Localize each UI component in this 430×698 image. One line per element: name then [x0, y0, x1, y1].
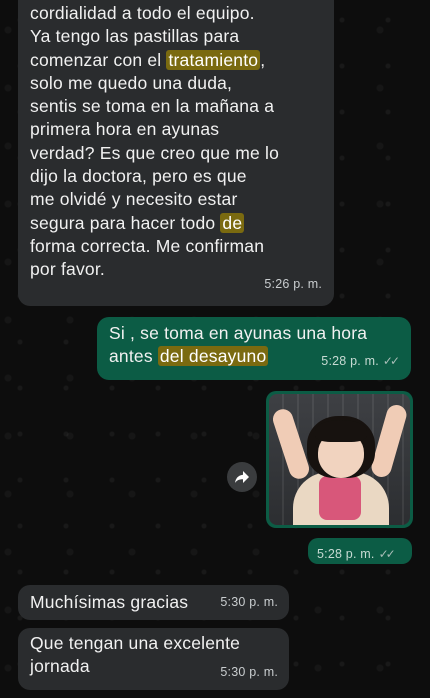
message-line: solo me quedo una duda, [30, 72, 233, 93]
message-line: cordialidad a todo el equipo. [30, 3, 255, 23]
forward-button[interactable] [227, 462, 257, 492]
image-timestamp-bubble: 5:28 p. m. ✓✓ [308, 538, 412, 564]
message-timestamp: 5:28 p. m. [321, 353, 379, 368]
message-text: antes [109, 346, 158, 367]
message-line: forma correcta. Me confirman [30, 235, 265, 256]
photo-detail [315, 420, 367, 442]
message-text: comenzar con el [30, 49, 167, 70]
message-line: segura para hacer todo de [30, 212, 320, 235]
message-line: me olvidé y necesito estar [30, 189, 238, 210]
message-text: segura para hacer todo [30, 212, 221, 233]
message-line: Si , se toma en ayunas una hora [109, 323, 368, 343]
message-timestamp-with-ticks: 5:28 p. m. ✓✓ [317, 543, 396, 566]
double-check-icon: ✓✓ [378, 547, 396, 561]
incoming-message-bubble[interactable]: Que tengan una excelente jornada 5:30 p.… [18, 628, 289, 690]
double-check-icon: ✓✓ [382, 353, 400, 368]
message-text: , [260, 49, 266, 70]
message-timestamp: 5:30 p. m. [220, 594, 278, 609]
incoming-message-bubble[interactable]: cordialidad a todo el equipo. Ya tengo l… [18, 0, 334, 306]
sticker-girl-image[interactable] [269, 394, 410, 525]
message-line: primera hora en ayunas [30, 119, 220, 140]
message-line: comenzar con el tratamiento, [30, 49, 320, 72]
search-highlight: de [220, 212, 245, 233]
message-timestamp-with-ticks: 5:28 p. m. ✓✓ [321, 350, 400, 373]
message-timestamp: 5:28 p. m. [317, 547, 375, 561]
message-timestamp: 5:26 p. m. [264, 276, 322, 291]
message-line: Ya tengo las pastillas para [30, 26, 240, 47]
message-timestamp: 5:30 p. m. [220, 664, 278, 679]
forward-arrow-icon [235, 471, 249, 483]
search-highlight: tratamiento [166, 49, 261, 70]
message-line: sentis se toma en la mañana a [30, 96, 275, 117]
message-line: Que tengan una excelente [30, 633, 241, 653]
photo-detail [319, 476, 361, 520]
incoming-message-bubble[interactable]: Muchísimas gracias 5:30 p. m. [18, 585, 289, 620]
message-line: verdad? Es que creo que me lo [30, 142, 280, 163]
message-line: dijo la doctora, pero es que [30, 166, 247, 187]
search-highlight: del desayuno [157, 346, 269, 367]
outgoing-message-bubble[interactable]: Si , se toma en ayunas una hora antes de… [97, 317, 411, 380]
outgoing-image-message[interactable] [266, 391, 413, 528]
